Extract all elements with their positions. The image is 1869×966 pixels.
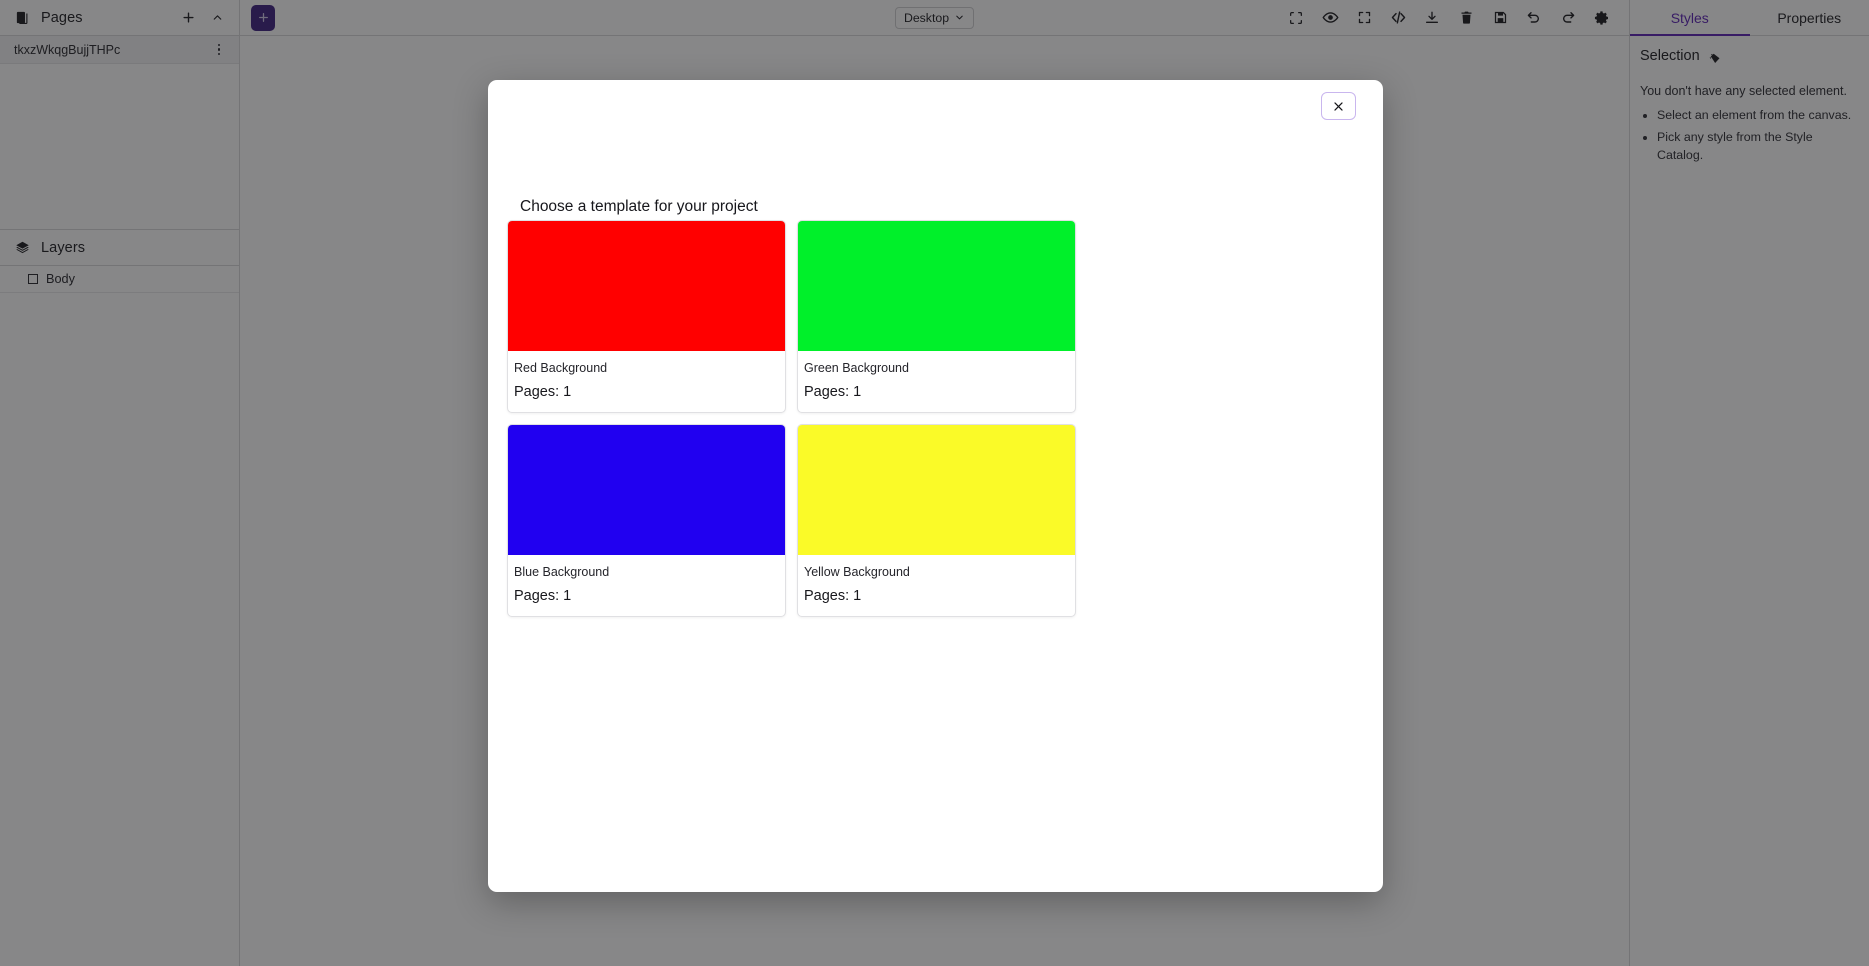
template-thumbnail	[508, 425, 785, 555]
template-meta: Red Background Pages: 1	[508, 351, 785, 412]
page-title: Choose a template for your project	[520, 198, 758, 215]
template-name: Yellow Background	[804, 565, 910, 579]
template-name: Blue Background	[514, 565, 610, 579]
template-card[interactable]: Yellow Background Pages: 1	[797, 424, 1076, 617]
template-pages: Pages: 1	[514, 588, 572, 604]
template-card[interactable]: Green Background Pages: 1	[797, 220, 1076, 413]
close-icon	[1334, 101, 1343, 111]
template-name: Green Background	[804, 361, 909, 375]
template-meta: Blue Background Pages: 1	[508, 555, 785, 616]
template-card[interactable]: Blue Background Pages: 1	[507, 424, 786, 617]
template-card[interactable]: Red Background Pages: 1	[507, 220, 786, 413]
template-thumbnail	[798, 425, 1075, 555]
app-root: Pages tkxzWkqgBujjTHPc	[0, 0, 1869, 966]
template-pages: Pages: 1	[804, 384, 862, 400]
template-pages: Pages: 1	[804, 588, 862, 604]
template-pages: Pages: 1	[514, 384, 572, 400]
template-meta: Green Background Pages: 1	[798, 351, 1075, 412]
template-meta: Yellow Background Pages: 1	[798, 555, 1075, 616]
close-button[interactable]	[1321, 92, 1356, 120]
template-grid: Red Background Pages: 1 Green Background…	[507, 220, 1364, 617]
template-thumbnail	[508, 221, 785, 351]
template-chooser-modal: Choose a template for your project Red B…	[488, 80, 1383, 892]
template-name: Red Background	[514, 361, 608, 375]
template-thumbnail	[798, 221, 1075, 351]
